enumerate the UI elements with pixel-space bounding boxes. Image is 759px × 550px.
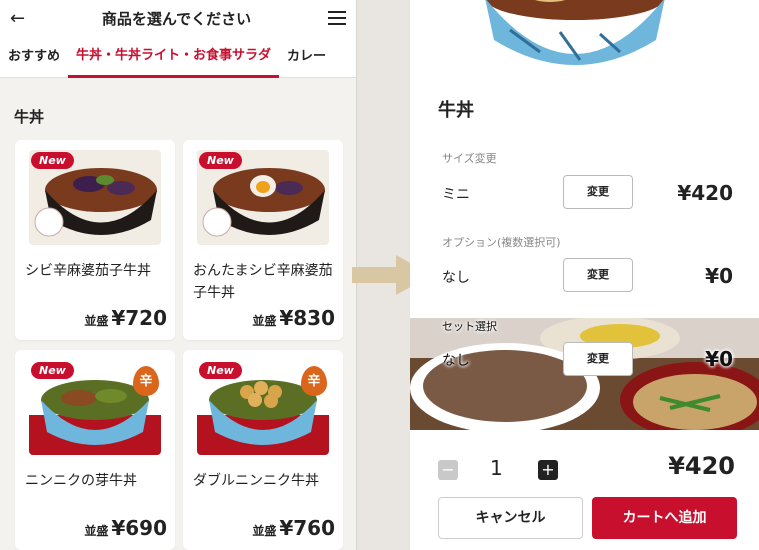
product-card[interactable]: New 辛 ダブルニンニク牛丼 並盛 ¥760 [183,350,343,550]
section-title: 牛丼 [14,108,45,126]
header: ← 商品を選んでください [0,0,356,36]
tab-gyudon[interactable]: 牛丼・牛丼ライト・お食事サラダ [68,36,280,78]
product-name: シビ辛麻婆茄子牛丼 [25,263,151,279]
new-badge: New [31,152,74,169]
product-price: 並盛 ¥690 [84,516,167,540]
product-name: ダブルニンニク牛丼 [193,473,319,489]
change-set-button[interactable]: 変更 [563,342,633,376]
product-name: おんたまシビ辛麻婆茄子牛丼 [193,263,333,301]
extra-option-label: オプション(複数選択可) [442,236,561,249]
cancel-button[interactable]: キャンセル [438,497,583,539]
product-card[interactable]: New シビ辛麻婆茄子牛丼 並盛 ¥720 [15,140,175,340]
size-label: 並盛 [252,524,277,538]
set-option-price: ¥0 [705,347,733,371]
product-card[interactable]: New 辛 ニンニクの芽牛丼 並盛 ¥690 [15,350,175,550]
product-price: 並盛 ¥760 [252,516,335,540]
page-title: 商品を選んでください [101,9,252,28]
product-price: 並盛 ¥830 [252,306,335,330]
set-option-value: なし [442,353,470,369]
product-name: ニンニクの芽牛丼 [25,473,137,489]
hamburger-icon[interactable] [327,11,346,25]
change-option-button[interactable]: 変更 [563,258,633,292]
product-list-screen: ← 商品を選んでください おすすめ 牛丼・牛丼ライト・お食事サラダ カレー 牛丼… [0,0,357,550]
extra-option-value: なし [442,270,470,286]
product-card[interactable]: New おんたまシビ辛麻婆茄子牛丼 並盛 ¥830 [183,140,343,340]
tab-recommended[interactable]: おすすめ [0,36,68,78]
add-to-cart-button[interactable]: カートへ追加 [592,497,737,539]
new-badge: New [199,152,242,169]
size-option-value: ミニ [442,187,470,203]
product-title: 牛丼 [438,100,474,121]
price-value: ¥720 [111,306,167,330]
size-label: 並盛 [252,314,277,328]
product-detail-screen: 牛丼 サイズ変更 ミニ 変更 ¥420 オプション(複数選択可) なし 変更 ¥… [410,0,759,550]
product-hero-image [485,0,665,65]
size-label: 並盛 [84,314,109,328]
size-option-label: サイズ変更 [442,152,497,165]
set-option-label: セット選択 [442,320,497,333]
new-badge: New [31,362,74,379]
new-badge: New [199,362,242,379]
screen: ← 商品を選んでください おすすめ 牛丼・牛丼ライト・お食事サラダ カレー 牛丼… [0,0,759,550]
spicy-icon: 辛 [133,366,159,396]
product-price: 並盛 ¥720 [84,306,167,330]
price-value: ¥690 [111,516,167,540]
tab-curry[interactable]: カレー [279,36,334,78]
quantity-value: 1 [490,456,503,480]
extra-option-price: ¥0 [705,264,733,288]
price-value: ¥760 [279,516,335,540]
size-option-price: ¥420 [677,181,733,205]
plus-icon[interactable]: + [538,460,558,480]
order-footer: − 1 + ¥420 キャンセル カートへ追加 [410,430,759,550]
category-tabs: おすすめ 牛丼・牛丼ライト・お食事サラダ カレー [0,36,356,78]
size-label: 並盛 [84,524,109,538]
total-price: ¥420 [668,452,735,480]
minus-icon[interactable]: − [438,460,458,480]
change-size-button[interactable]: 変更 [563,175,633,209]
arrow-left-icon[interactable]: ← [10,8,25,29]
spicy-icon: 辛 [301,366,327,396]
price-value: ¥830 [279,306,335,330]
